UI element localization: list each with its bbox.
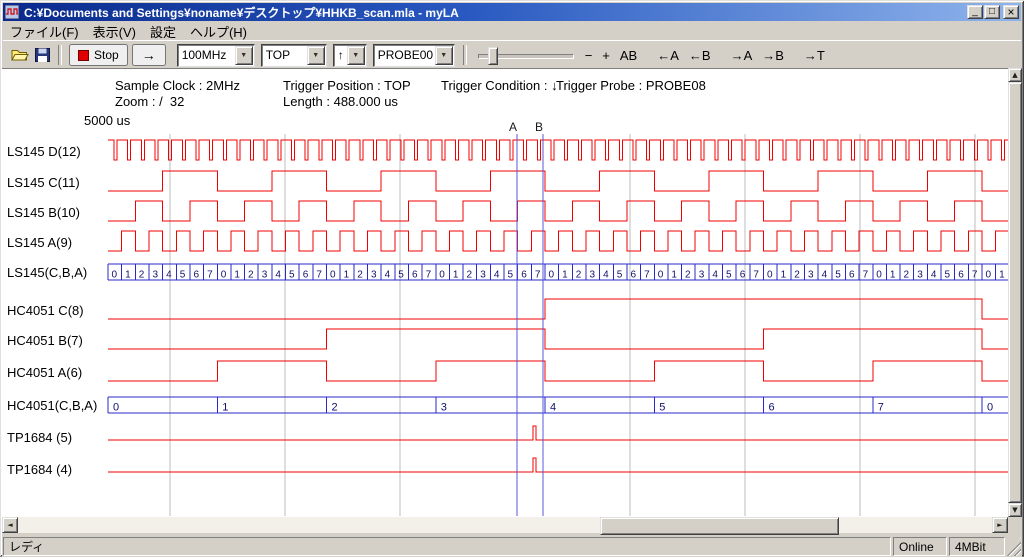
svg-text:0: 0 xyxy=(987,402,993,414)
svg-text:3: 3 xyxy=(589,270,595,281)
svg-text:0: 0 xyxy=(549,270,555,281)
status-message: レディ xyxy=(3,537,891,556)
svg-text:2: 2 xyxy=(467,270,473,281)
svg-text:6: 6 xyxy=(412,270,418,281)
svg-text:1: 1 xyxy=(222,402,228,414)
scroll-left-button[interactable]: ◄ xyxy=(2,517,18,533)
svg-text:4: 4 xyxy=(822,270,828,281)
horizontal-scrollbar[interactable]: ◄ ► xyxy=(2,517,1008,533)
svg-text:B: B xyxy=(535,120,543,134)
svg-text:4: 4 xyxy=(550,402,556,414)
svg-text:2: 2 xyxy=(139,270,145,281)
svg-text:1: 1 xyxy=(453,270,459,281)
svg-text:6: 6 xyxy=(303,270,309,281)
svg-text:0: 0 xyxy=(767,270,773,281)
svg-text:1: 1 xyxy=(234,270,240,281)
svg-text:0: 0 xyxy=(113,402,119,414)
svg-text:1: 1 xyxy=(671,270,677,281)
svg-text:6: 6 xyxy=(740,270,746,281)
svg-text:6: 6 xyxy=(958,270,964,281)
svg-text:1: 1 xyxy=(344,270,350,281)
svg-text:0: 0 xyxy=(330,270,336,281)
svg-text:4: 4 xyxy=(275,270,281,281)
svg-text:5: 5 xyxy=(180,270,186,281)
svg-text:5: 5 xyxy=(617,270,623,281)
svg-text:6: 6 xyxy=(769,402,775,414)
svg-text:4: 4 xyxy=(712,270,718,281)
resize-grip[interactable] xyxy=(1007,537,1021,556)
svg-text:3: 3 xyxy=(808,270,814,281)
svg-text:7: 7 xyxy=(863,270,869,281)
svg-text:2: 2 xyxy=(794,270,800,281)
svg-text:0: 0 xyxy=(221,270,227,281)
svg-text:2: 2 xyxy=(248,270,254,281)
svg-text:6: 6 xyxy=(630,270,636,281)
svg-text:4: 4 xyxy=(166,270,172,281)
svg-text:0: 0 xyxy=(986,270,992,281)
svg-text:3: 3 xyxy=(152,270,158,281)
svg-text:2: 2 xyxy=(904,270,910,281)
status-online: Online xyxy=(893,537,947,556)
svg-text:7: 7 xyxy=(207,270,213,281)
svg-text:6: 6 xyxy=(521,270,527,281)
svg-text:2: 2 xyxy=(576,270,582,281)
svg-text:4: 4 xyxy=(385,270,391,281)
svg-text:3: 3 xyxy=(262,270,268,281)
svg-text:5: 5 xyxy=(398,270,404,281)
svg-text:0: 0 xyxy=(439,270,445,281)
svg-text:3: 3 xyxy=(441,402,447,414)
svg-text:7: 7 xyxy=(316,270,322,281)
svg-text:2: 2 xyxy=(357,270,363,281)
svg-text:5: 5 xyxy=(659,402,665,414)
vertical-scrollbar[interactable]: ▲ ▼ xyxy=(1008,68,1022,517)
svg-text:3: 3 xyxy=(371,270,377,281)
svg-text:4: 4 xyxy=(603,270,609,281)
svg-text:7: 7 xyxy=(535,270,541,281)
svg-text:5: 5 xyxy=(945,270,951,281)
svg-text:3: 3 xyxy=(480,270,486,281)
waveform-plot[interactable]: 0123456701234567012345670123456701234567… xyxy=(0,0,1024,556)
svg-text:7: 7 xyxy=(644,270,650,281)
scroll-down-button[interactable]: ▼ xyxy=(1008,503,1022,517)
svg-text:2: 2 xyxy=(685,270,691,281)
svg-text:4: 4 xyxy=(494,270,500,281)
svg-text:0: 0 xyxy=(876,270,882,281)
svg-text:5: 5 xyxy=(289,270,295,281)
svg-text:1: 1 xyxy=(781,270,787,281)
svg-text:7: 7 xyxy=(972,270,978,281)
svg-text:4: 4 xyxy=(931,270,937,281)
app-window: C:¥Documents and Settings¥noname¥デスクトップ¥… xyxy=(0,0,1024,556)
horizontal-scroll-track[interactable] xyxy=(18,517,992,533)
scroll-up-button[interactable]: ▲ xyxy=(1008,68,1022,82)
svg-text:5: 5 xyxy=(726,270,732,281)
svg-text:0: 0 xyxy=(112,270,118,281)
scroll-right-button[interactable]: ► xyxy=(992,517,1008,533)
svg-text:2: 2 xyxy=(332,402,338,414)
status-memory: 4MBit xyxy=(949,537,1005,556)
vertical-scroll-thumb[interactable] xyxy=(1008,82,1022,503)
svg-text:1: 1 xyxy=(562,270,568,281)
svg-text:3: 3 xyxy=(917,270,923,281)
svg-text:7: 7 xyxy=(753,270,759,281)
svg-text:6: 6 xyxy=(193,270,199,281)
svg-text:A: A xyxy=(509,120,517,134)
svg-text:0: 0 xyxy=(658,270,664,281)
svg-text:5: 5 xyxy=(835,270,841,281)
svg-text:1: 1 xyxy=(125,270,131,281)
svg-text:7: 7 xyxy=(878,402,884,414)
scrollbar-corner xyxy=(1008,517,1022,533)
statusbar: レディ Online 4MBit xyxy=(2,535,1022,557)
svg-text:1: 1 xyxy=(890,270,896,281)
svg-text:1: 1 xyxy=(999,270,1005,281)
horizontal-scroll-thumb[interactable] xyxy=(600,517,839,535)
svg-text:3: 3 xyxy=(699,270,705,281)
svg-text:7: 7 xyxy=(426,270,432,281)
svg-text:5: 5 xyxy=(508,270,514,281)
svg-text:6: 6 xyxy=(849,270,855,281)
